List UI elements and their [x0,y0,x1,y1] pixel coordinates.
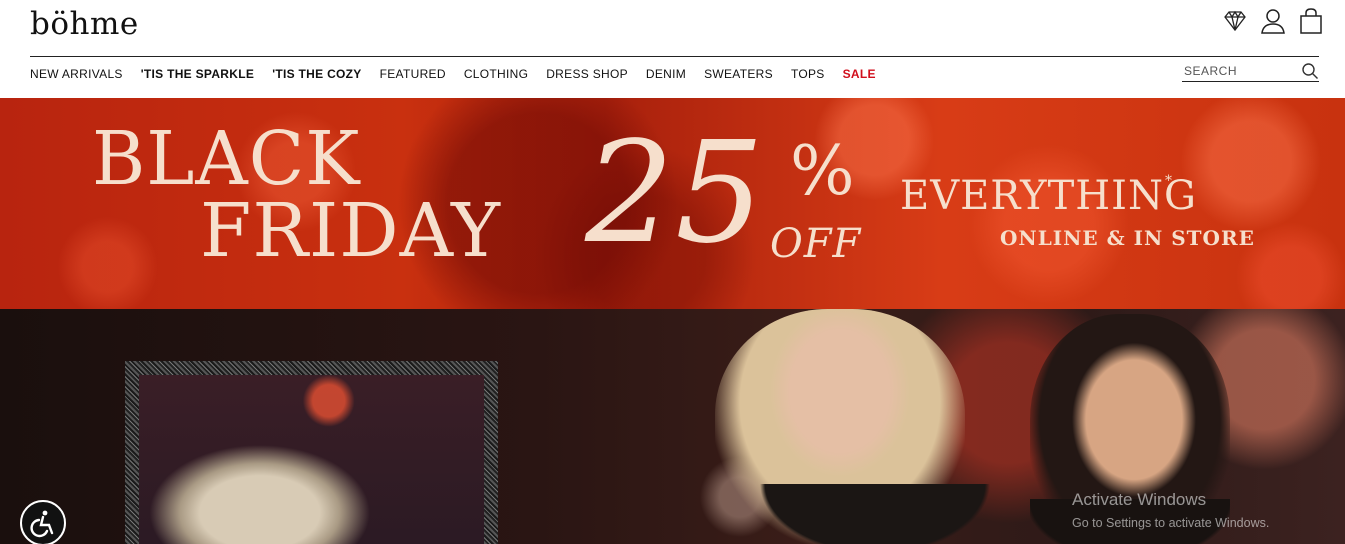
banner-off-label: OFF [770,221,862,267]
banner-title-line1: BLACK [92,116,361,202]
cart-icon[interactable] [1299,8,1323,34]
banner-everything-label: EVERYTHING [900,173,1197,219]
banner-title-line2: FRIDAY [200,188,501,274]
black-friday-banner[interactable]: BLACK FRIDAY 25 % OFF EVERYTHING * ONLIN… [0,98,1345,309]
nav-item-sweaters[interactable]: SWEATERS [704,66,773,82]
diamond-icon[interactable] [1223,8,1247,34]
search-input[interactable] [1182,61,1294,81]
nav-item-tis-the-cozy[interactable]: 'TIS THE COZY [272,66,361,82]
nav-item-clothing[interactable]: CLOTHING [464,66,528,82]
search-icon[interactable] [1301,62,1319,80]
nav-item-tis-the-sparkle[interactable]: 'TIS THE SPARKLE [141,66,254,82]
nav-item-new-arrivals[interactable]: NEW ARRIVALS [30,66,123,82]
header-divider [30,56,1319,57]
activate-windows-watermark: Activate Windows Go to Settings to activ… [1072,490,1269,532]
wheelchair-icon [30,510,54,538]
header-icon-group [1223,8,1323,34]
framed-photo [139,375,484,544]
nav-item-denim[interactable]: DENIM [646,66,686,82]
accessibility-button[interactable] [20,500,66,544]
account-icon[interactable] [1261,8,1285,34]
nav-item-sale[interactable]: SALE [843,66,876,82]
activate-windows-title: Activate Windows [1072,490,1207,509]
site-header: böhme NEW ARRIVALS 'TIS THE SPARKLE 'TIS… [0,0,1345,98]
banner-asterisk: * [1165,173,1173,189]
model-blonde-top [760,484,990,544]
activate-windows-subtitle: Go to Settings to activate Windows. [1072,516,1270,530]
brand-logo[interactable]: böhme [30,6,139,42]
main-nav: NEW ARRIVALS 'TIS THE SPARKLE 'TIS THE C… [30,66,894,82]
nav-item-dress-shop[interactable]: DRESS SHOP [546,66,628,82]
banner-discount-number: 25 [585,112,766,275]
nav-item-featured[interactable]: FEATURED [380,66,446,82]
glitter-photo-frame [125,361,498,544]
banner-percent-sign: % [790,132,856,211]
nav-item-tops[interactable]: TOPS [791,66,825,82]
search-box [1182,61,1319,82]
banner-online-in-store: ONLINE & IN STORE [1000,226,1255,250]
